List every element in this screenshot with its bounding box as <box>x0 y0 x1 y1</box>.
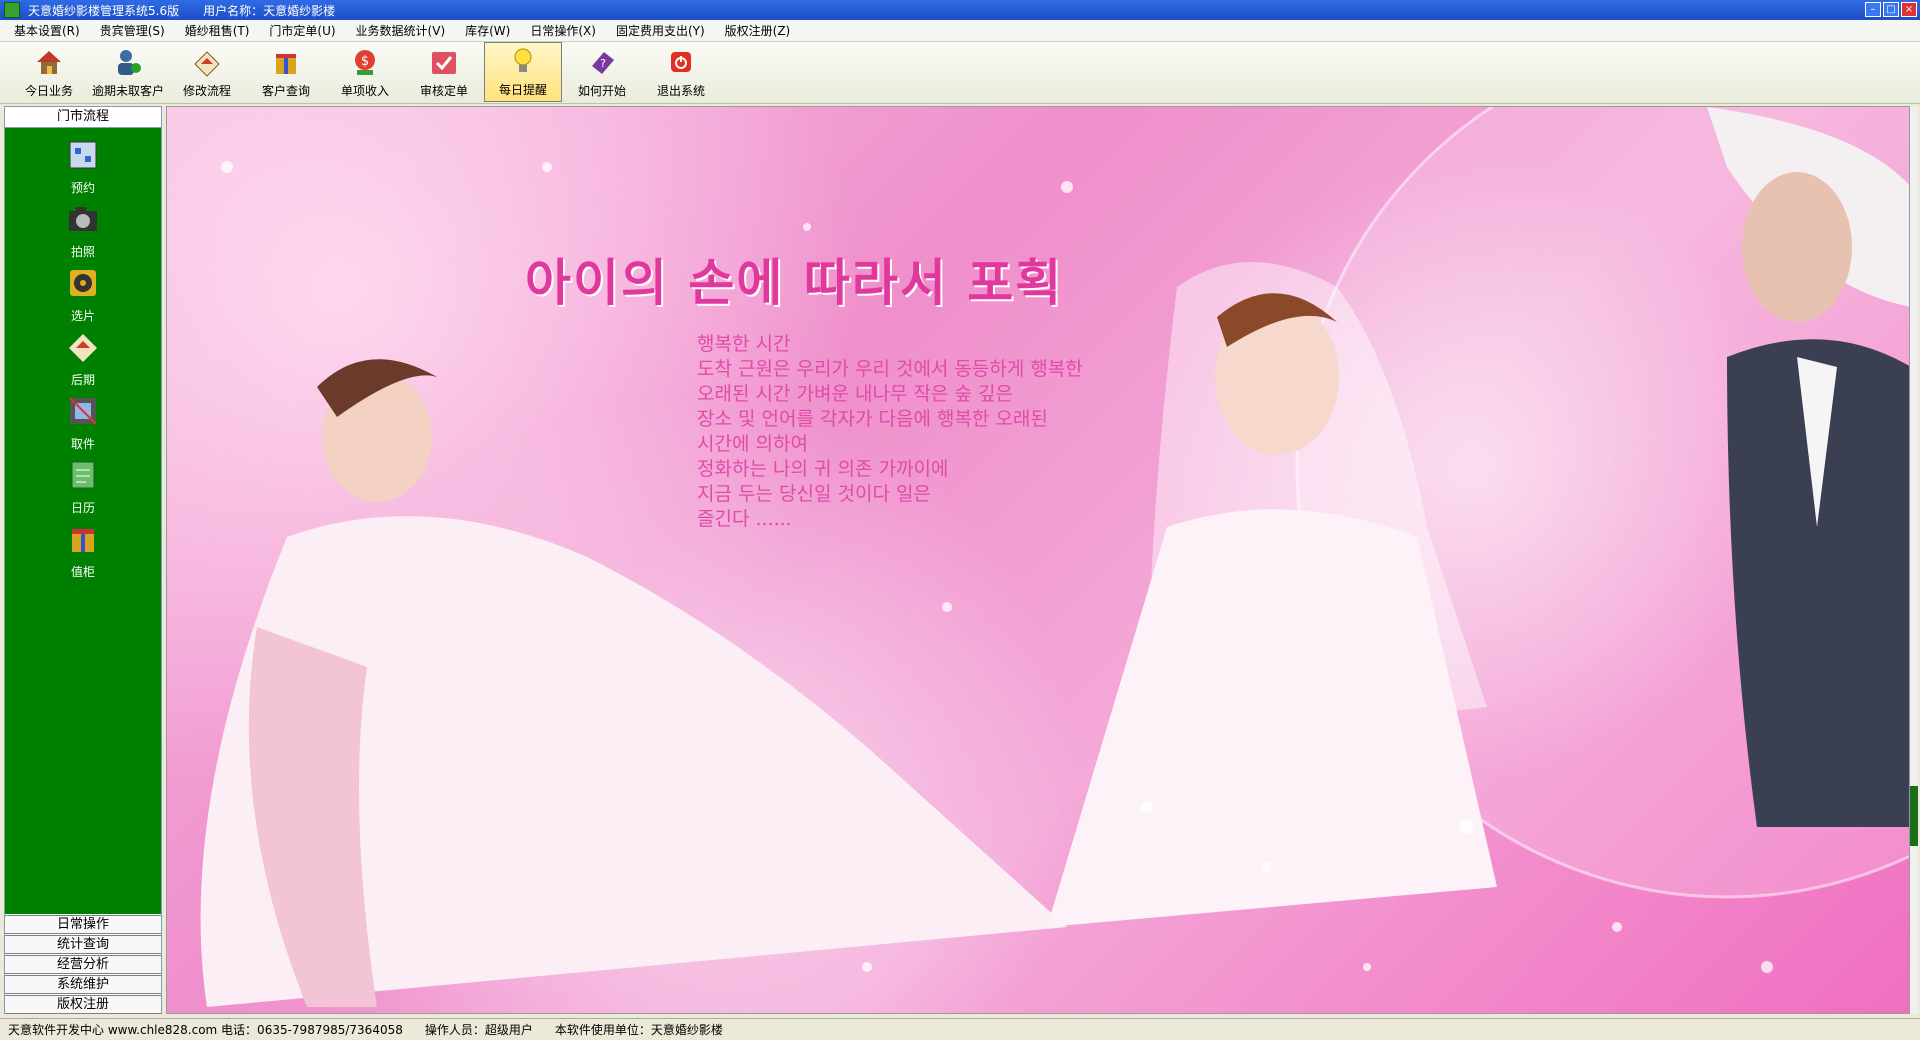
svg-text:?: ? <box>600 57 606 70</box>
menu-inventory[interactable]: 库存(W) <box>465 22 510 39</box>
toolbar-modify-flow[interactable]: 修改流程 <box>168 42 246 102</box>
poem-line: 행복한 시간 <box>697 333 791 355</box>
calendar-icon <box>69 141 97 169</box>
poem-line: 도착 근원은 우리가 우리 것에서 동등하게 행복한 <box>697 358 1083 380</box>
toolbar-label: 逾期未取客户 <box>91 84 164 98</box>
close-button[interactable]: × <box>1901 2 1917 17</box>
toolbar-label: 单项收入 <box>340 84 389 98</box>
menu-bar: 基本设置(R) 贵宾管理(S) 婚纱租售(T) 门市定单(U) 业务数据统计(V… <box>0 20 1920 42</box>
maximize-button[interactable]: □ <box>1883 2 1899 17</box>
poem-line: 오래된 시간 가벼운 내나무 작은 숲 깊은 <box>697 383 1013 405</box>
status-developer-info: 天意软件开发中心 www.chle828.com 电话：0635-7987985… <box>8 1023 403 1037</box>
power-icon <box>671 52 691 72</box>
money-icon: $ <box>355 50 375 75</box>
sidebar-item-label: 选片 <box>70 309 95 323</box>
menu-statistics[interactable]: 业务数据统计(V) <box>356 22 446 39</box>
toolbar: 今日业务 逾期未取客户 修改流程 客户查询 $ 单项收入 审核定单 每日提醒 ?… <box>0 42 1920 104</box>
toolbar-how-to-start[interactable]: ? 如何开始 <box>563 42 641 102</box>
user-icon <box>118 50 141 75</box>
sidebar-item-pickup[interactable]: 取件 <box>5 394 161 452</box>
sidebar-section-list: 日常操作 统计查询 经营分析 系统维护 版权注册 <box>5 914 161 1014</box>
toolbar-label: 审核定单 <box>419 84 468 98</box>
toolbar-today-business[interactable]: 今日业务 <box>10 42 88 102</box>
sidebar-item-label: 拍照 <box>70 245 95 259</box>
sidebar-item-photo[interactable]: 拍照 <box>5 202 161 260</box>
toolbar-customer-query[interactable]: 客户查询 <box>247 42 325 102</box>
toolbar-daily-reminder[interactable]: 每日提醒 <box>484 42 562 102</box>
book-icon: ? <box>592 52 614 74</box>
edit-icon <box>69 334 97 362</box>
sidebar-item-label: 后期 <box>70 373 95 387</box>
house-icon <box>37 51 61 74</box>
vertical-scrollbar[interactable] <box>1910 106 1918 1014</box>
sidebar-section-stats-query[interactable]: 统计查询 <box>5 935 161 954</box>
menu-fixed-expenses[interactable]: 固定费用支出(Y) <box>616 22 705 39</box>
poem-line: 지금 두는 당신일 것이다 일은 <box>697 483 931 505</box>
sidebar-item-label: 值柜 <box>70 565 95 579</box>
check-icon <box>432 52 456 74</box>
menu-vip[interactable]: 贵宾管理(S) <box>100 22 165 39</box>
sidebar-item-calendar[interactable]: 日历 <box>5 458 161 516</box>
sidebar: 门市流程 预约 拍照 选片 后期 取件 日历 值柜 日常操作 统计查询 经营分析… <box>4 106 162 1014</box>
toolbar-overdue-customers[interactable]: 逾期未取客户 <box>89 42 167 102</box>
disc-icon <box>70 270 96 296</box>
toolbar-label: 退出系统 <box>656 84 705 98</box>
sidebar-section-copyright[interactable]: 版权注册 <box>5 995 161 1014</box>
edit-icon <box>194 51 220 77</box>
notebook-icon <box>71 461 95 489</box>
menu-basic-settings[interactable]: 基本设置(R) <box>14 22 80 39</box>
scrollbar-thumb[interactable] <box>1910 786 1918 846</box>
status-bar: 天意软件开发中心 www.chle828.com 电话：0635-7987985… <box>0 1018 1920 1040</box>
sidebar-item-counter[interactable]: 值柜 <box>5 522 161 580</box>
sidebar-panel: 预约 拍照 选片 后期 取件 日历 值柜 <box>5 128 161 914</box>
toolbar-label: 如何开始 <box>577 84 626 98</box>
svg-text:$: $ <box>361 54 369 69</box>
gift-icon <box>276 54 296 74</box>
user-name-label: 用户名称：天意婚纱影楼 <box>203 3 336 18</box>
poem-line: 즐긴다 ...... <box>697 508 792 530</box>
menu-copyright[interactable]: 版权注册(Z) <box>725 22 791 39</box>
poem-line: 장소 및 언어를 각자가 다음에 행복한 오래된 <box>697 408 1048 430</box>
sidebar-section-system-maintenance[interactable]: 系统维护 <box>5 975 161 994</box>
sidebar-section-daily-ops[interactable]: 日常操作 <box>5 915 161 934</box>
sidebar-item-label: 日历 <box>70 501 95 515</box>
sidebar-item-reservation[interactable]: 预约 <box>5 138 161 196</box>
status-licensed-unit: 本软件使用单位：天意婚纱影楼 <box>554 1023 723 1037</box>
banner-headline: 아이의 손에 따라서 포획 <box>525 253 1064 312</box>
sidebar-item-post-production[interactable]: 后期 <box>5 330 161 388</box>
toolbar-single-income[interactable]: $ 单项收入 <box>326 42 404 102</box>
menu-daily-ops[interactable]: 日常操作(X) <box>530 22 596 39</box>
poem-line: 정화하는 나의 귀 의존 가까이에 <box>697 458 949 480</box>
minimize-button[interactable]: – <box>1865 2 1881 17</box>
title-bar: 天意婚纱影楼管理系统5.6版 用户名称：天意婚纱影楼 – □ × <box>0 0 1920 20</box>
toolbar-label: 每日提醒 <box>498 83 547 97</box>
toolbar-review-orders[interactable]: 审核定单 <box>405 42 483 102</box>
sidebar-header[interactable]: 门市流程 <box>5 107 161 128</box>
toolbar-label: 修改流程 <box>182 84 231 98</box>
menu-store-orders[interactable]: 门市定单(U) <box>269 22 335 39</box>
toolbar-exit-system[interactable]: 退出系统 <box>642 42 720 102</box>
poem-line: 시간에 의하여 <box>697 433 808 455</box>
sidebar-item-select-photos[interactable]: 选片 <box>5 266 161 324</box>
sidebar-item-label: 取件 <box>70 437 95 451</box>
app-icon <box>4 2 20 18</box>
film-icon <box>69 397 97 425</box>
bulb-icon <box>514 48 532 72</box>
wedding-banner-image: 아이의 손에 따라서 포획 행복한 시간 도착 근원은 우리가 우리 것에서 동… <box>166 106 1910 1014</box>
toolbar-label: 今日业务 <box>24 84 73 98</box>
status-operator: 操作人员：超级用户 <box>424 1023 533 1037</box>
banner-poem: 행복한 시간 도착 근원은 우리가 우리 것에서 동등하게 행복한 오래된 시간… <box>697 332 1083 532</box>
toolbar-label: 客户查询 <box>261 84 310 98</box>
menu-dress-rental[interactable]: 婚纱租售(T) <box>185 22 250 39</box>
sidebar-section-business-analysis[interactable]: 经营分析 <box>5 955 161 974</box>
camera-icon <box>69 207 97 231</box>
gift-icon <box>72 529 94 552</box>
sidebar-item-label: 预约 <box>70 181 95 195</box>
window-title: 天意婚纱影楼管理系统5.6版 <box>28 3 180 18</box>
